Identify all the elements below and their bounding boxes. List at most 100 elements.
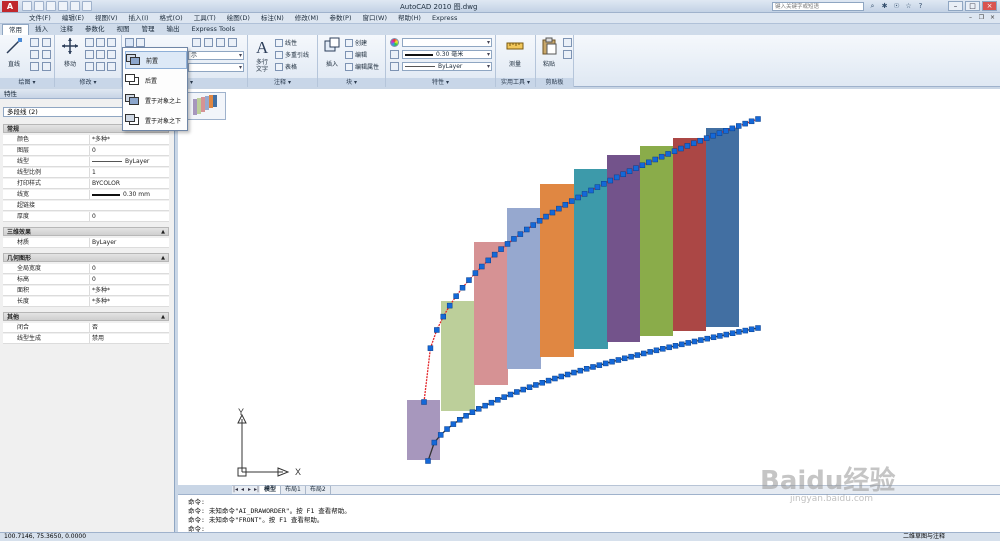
color-bar[interactable] <box>474 242 508 385</box>
color-combo[interactable] <box>402 38 492 47</box>
open-file-icon[interactable] <box>34 1 44 11</box>
subscription-icon[interactable]: ✱ <box>880 2 889 11</box>
property-row[interactable]: 打印样式 BYCOLOR <box>3 179 169 189</box>
grip-handle[interactable] <box>425 458 431 464</box>
multileader-button[interactable]: 多重引线 <box>275 50 309 59</box>
linetype-combo[interactable]: ByLayer <box>402 62 492 71</box>
grip-handle[interactable] <box>621 355 628 362</box>
grip-handle[interactable] <box>437 432 444 438</box>
redo-icon[interactable] <box>70 1 80 11</box>
grip-handle[interactable] <box>626 168 633 174</box>
property-value[interactable]: 0 <box>89 264 167 273</box>
menu-item-bring-above[interactable]: 置于对象之上 <box>125 91 187 109</box>
grip-handle[interactable] <box>434 327 440 333</box>
array-icon[interactable] <box>107 62 116 71</box>
property-row[interactable]: 材质 ByLayer <box>3 238 169 248</box>
grip-handle[interactable] <box>571 369 577 376</box>
grip-handle[interactable] <box>536 217 543 224</box>
grip-handle[interactable] <box>450 421 457 427</box>
property-row[interactable]: 颜色 *多种* <box>3 135 169 145</box>
grip-handle[interactable] <box>472 270 479 276</box>
color-bar[interactable] <box>673 138 706 331</box>
first-tab-icon[interactable]: |◂ <box>232 486 239 494</box>
grip-handle[interactable] <box>520 386 526 393</box>
grip-handle[interactable] <box>736 329 742 335</box>
grip-handle[interactable] <box>456 417 463 423</box>
favorites-icon[interactable]: ☆ <box>904 2 913 11</box>
command-line[interactable]: 命令: 命令: 未知命令"AI_DRAWORDER"。按 F1 查看帮助。 命令… <box>178 494 1000 533</box>
collapse-icon[interactable]: ▲ <box>161 313 165 322</box>
grip-handle[interactable] <box>639 162 646 169</box>
grip-handle[interactable] <box>459 284 466 291</box>
menu-item-send-under[interactable]: 置于对象之下 <box>125 111 187 129</box>
undo-icon[interactable] <box>58 1 68 11</box>
lineweight-combo[interactable]: 0.30 毫米 <box>402 50 492 59</box>
autocad-logo[interactable]: A <box>2 1 18 12</box>
menu-express[interactable]: Express <box>427 14 463 23</box>
layer-icon-3[interactable] <box>204 38 213 47</box>
menu-help[interactable]: 帮助(H) <box>393 14 427 23</box>
layer-combo[interactable]: 示 <box>188 51 244 60</box>
layer-icon-4[interactable] <box>216 38 225 47</box>
property-value[interactable]: 0 <box>89 146 167 155</box>
search-input[interactable]: 键入关键字或短语 <box>772 2 864 11</box>
grip-handle[interactable] <box>491 251 498 258</box>
property-section-header[interactable]: 三维效果 ▲ <box>3 227 169 236</box>
measure-button[interactable]: 测量 <box>502 37 528 68</box>
grip-handle[interactable] <box>577 367 584 374</box>
property-value[interactable]: 1 <box>89 168 167 177</box>
grip-handle[interactable] <box>517 231 524 237</box>
grip-handle[interactable] <box>495 397 501 403</box>
grip-handle[interactable] <box>568 198 575 204</box>
property-value[interactable]: 0.30 mm <box>89 190 167 199</box>
menu-modify[interactable]: 修改(M) <box>290 14 325 23</box>
grip-handle[interactable] <box>641 350 647 357</box>
grip-handle[interactable] <box>558 373 565 380</box>
maximize-icon[interactable]: □ <box>965 1 980 11</box>
grip-handle[interactable] <box>501 394 507 400</box>
grip-handle[interactable] <box>562 202 569 208</box>
grip-handle[interactable] <box>653 347 660 354</box>
property-value[interactable]: *多种* <box>89 286 167 295</box>
grip-handle[interactable] <box>666 344 672 351</box>
doc-close-icon[interactable]: × <box>988 14 997 22</box>
grip-handle[interactable] <box>530 222 536 228</box>
tab-output[interactable]: 输出 <box>161 24 186 35</box>
close-icon[interactable]: × <box>982 1 997 11</box>
draw-panel-title[interactable]: 绘图 ▾ <box>0 78 54 87</box>
grip-handle[interactable] <box>620 171 626 178</box>
property-value[interactable]: BYCOLOR <box>89 179 167 188</box>
layer-state-combo[interactable] <box>188 63 244 72</box>
grip-handle[interactable] <box>729 330 736 336</box>
grip-handle[interactable] <box>710 132 716 139</box>
menu-tools[interactable]: 工具(T) <box>189 14 222 23</box>
annotation-panel-title[interactable]: 注释 ▾ <box>248 78 317 87</box>
grip-handle[interactable] <box>672 343 679 349</box>
tab-view[interactable]: 视图 <box>111 24 136 35</box>
search-icon[interactable]: ⌕ <box>868 2 877 11</box>
grip-handle[interactable] <box>723 331 730 338</box>
grip-handle[interactable] <box>678 145 684 152</box>
property-value[interactable]: ByLayer <box>89 157 167 166</box>
menu-format[interactable]: 格式(O) <box>155 14 189 23</box>
grip-handle[interactable] <box>646 159 652 166</box>
tab-home[interactable]: 常用 <box>2 24 29 35</box>
grip-handle[interactable] <box>755 325 761 331</box>
grip-handle[interactable] <box>504 241 511 247</box>
grip-handle[interactable] <box>543 213 549 220</box>
layer-icon-1[interactable] <box>136 38 145 47</box>
grip-handle[interactable] <box>463 413 469 419</box>
grip-handle[interactable] <box>507 391 514 398</box>
layer-icon-5[interactable] <box>228 38 237 47</box>
utilities-panel-title[interactable]: 实用工具 ▾ <box>496 78 535 87</box>
property-value[interactable]: 禁用 <box>89 334 167 343</box>
last-tab-icon[interactable]: ▸| <box>253 486 260 494</box>
menu-item-bring-to-front[interactable]: 前置 <box>125 51 187 69</box>
grip-handle[interactable] <box>607 177 614 184</box>
menu-item-send-to-back[interactable]: 后置 <box>125 71 187 89</box>
help-icon[interactable]: ? <box>916 2 925 11</box>
property-row[interactable]: 线宽 0.30 mm <box>3 190 169 200</box>
grip-handle[interactable] <box>511 236 517 242</box>
grip-handle[interactable] <box>514 389 520 395</box>
grip-handle[interactable] <box>633 165 639 171</box>
